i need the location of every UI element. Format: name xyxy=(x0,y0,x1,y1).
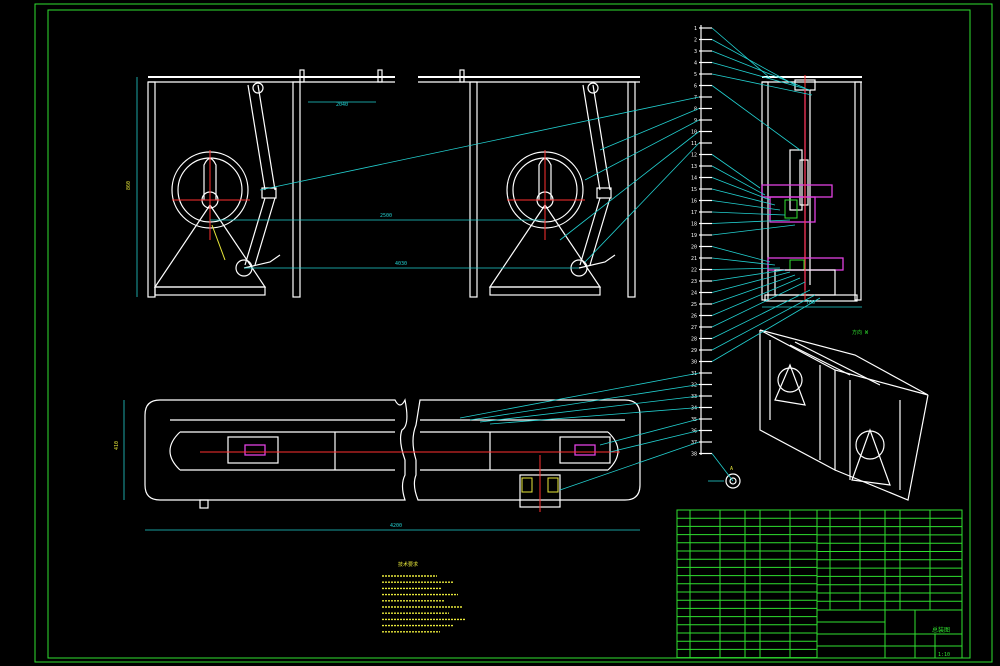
part-balloon-4: 4 xyxy=(694,61,697,67)
part-balloon-25: 25 xyxy=(691,302,697,308)
leader-line xyxy=(559,441,700,491)
leader-line xyxy=(459,372,700,419)
leader-line xyxy=(711,154,761,189)
technical-notes: 技术要求 xyxy=(382,561,466,633)
part-balloon-28: 28 xyxy=(691,337,697,343)
part-balloon-22: 22 xyxy=(691,268,697,274)
sheet-outer-border xyxy=(34,3,993,663)
leader-line xyxy=(711,246,771,263)
dim-plan-length: 4200 xyxy=(390,523,402,529)
part-balloon-1: 1 xyxy=(694,26,697,32)
leader-line xyxy=(711,294,816,351)
leader-line xyxy=(609,430,700,453)
leader-line xyxy=(469,384,700,421)
part-balloon-3: 3 xyxy=(694,49,697,55)
leader-line xyxy=(559,131,700,241)
leader-line xyxy=(711,289,811,339)
part-balloon-18: 18 xyxy=(691,222,697,228)
leader-line xyxy=(584,119,700,181)
leader-line xyxy=(711,39,796,86)
leader-line xyxy=(711,257,776,266)
part-balloon-34: 34 xyxy=(691,406,697,412)
part-balloon-10: 10 xyxy=(691,130,697,136)
cad-drawing-canvas: 2040 860 2500 4030 700 4200 410 方向 W A 1… xyxy=(34,3,993,663)
bom-table-left xyxy=(676,509,818,659)
leader-line xyxy=(599,418,700,446)
detail-label-a: A xyxy=(730,466,733,472)
dim-front-span-lower: 4030 xyxy=(395,261,407,267)
leader-line xyxy=(489,407,700,425)
part-balloon-24: 24 xyxy=(691,291,697,297)
dim-front-height: 860 xyxy=(126,181,132,190)
plan-view: 4200 410 xyxy=(114,398,641,531)
part-balloon-38: 38 xyxy=(691,452,697,458)
leader-line xyxy=(259,96,700,191)
notes-title: 技术要求 xyxy=(398,561,418,568)
part-balloon-19: 19 xyxy=(691,233,697,239)
leader-line xyxy=(711,85,801,151)
leader-lines xyxy=(259,27,821,491)
bom-table-right xyxy=(816,509,963,611)
title-block: 总装图 1:10 xyxy=(816,609,963,659)
leader-line xyxy=(711,211,786,216)
part-balloon-27: 27 xyxy=(691,325,697,331)
front-view-right xyxy=(418,69,640,298)
leader-line xyxy=(711,50,806,89)
leader-line xyxy=(711,269,786,282)
isometric-view: 方向 W xyxy=(759,329,929,501)
part-balloon-17: 17 xyxy=(691,210,697,216)
view-label-w: 方向 W xyxy=(852,329,869,336)
part-balloon-29: 29 xyxy=(691,348,697,354)
side-view: 700 xyxy=(761,75,862,308)
part-balloon-16: 16 xyxy=(691,199,697,205)
dim-plan-width: 410 xyxy=(114,441,120,450)
part-balloon-5: 5 xyxy=(694,72,697,78)
dim-top-left: 2040 xyxy=(336,102,348,108)
drawing-scale: 1:10 xyxy=(938,652,950,658)
part-balloon-12: 12 xyxy=(691,153,697,159)
sheet-inner-border xyxy=(47,9,971,659)
part-balloon-26: 26 xyxy=(691,314,697,320)
dim-front-span-long: 2500 xyxy=(380,213,392,219)
part-balloon-13: 13 xyxy=(691,164,697,170)
part-balloon-20: 20 xyxy=(691,245,697,251)
leader-line xyxy=(711,224,796,236)
part-balloon-21: 21 xyxy=(691,256,697,262)
leader-line xyxy=(584,142,700,263)
leader-line xyxy=(711,267,781,270)
part-balloon-14: 14 xyxy=(691,176,697,182)
part-balloon-30: 30 xyxy=(691,360,697,366)
front-view-left: 2040 860 xyxy=(126,69,395,298)
part-balloon-6: 6 xyxy=(694,84,697,90)
part-balloon-15: 15 xyxy=(691,187,697,193)
drawing-title: 总装图 xyxy=(932,626,950,634)
part-balloon-23: 23 xyxy=(691,279,697,285)
part-balloon-2: 2 xyxy=(694,38,697,44)
